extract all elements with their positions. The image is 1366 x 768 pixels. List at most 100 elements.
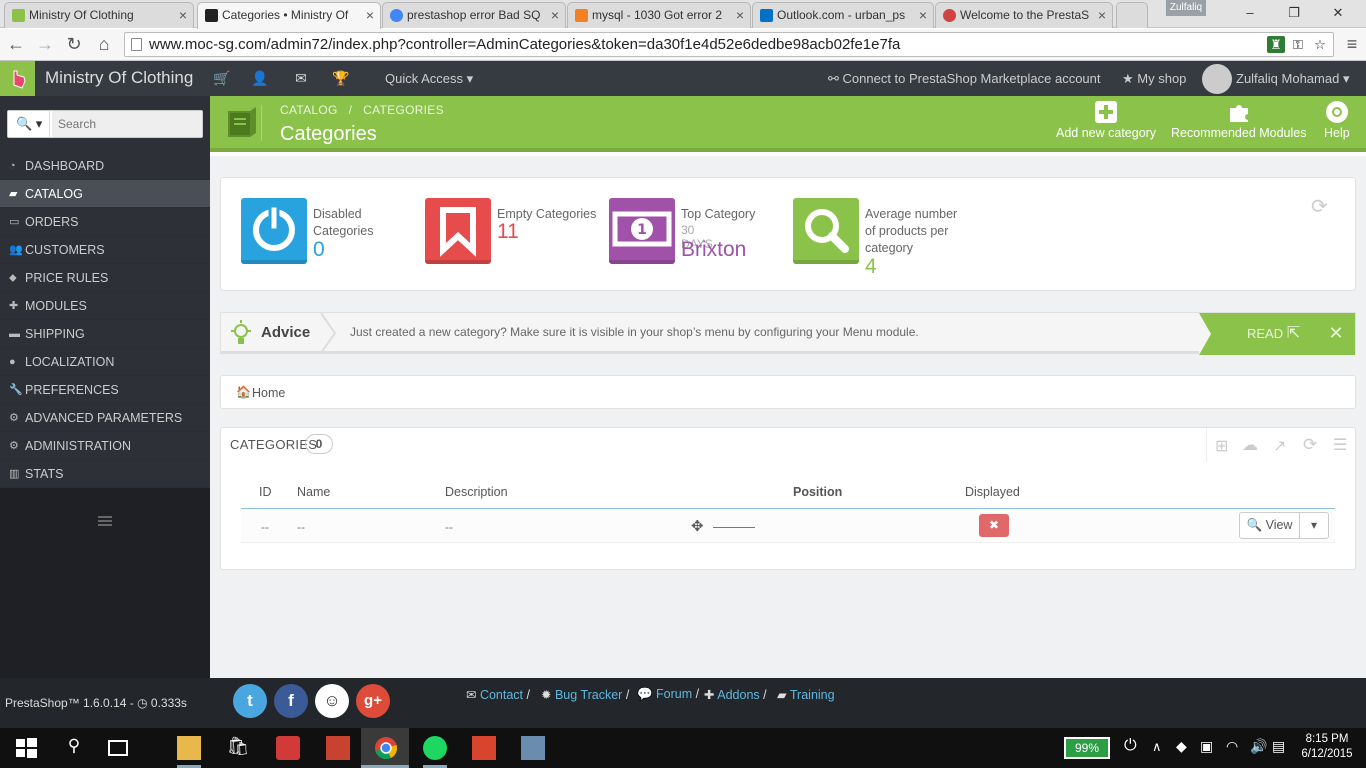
displayed-toggle[interactable]: ✖ [979,514,1009,537]
sidebar-item-customers[interactable]: 👥 CUSTOMERS [0,236,210,264]
address-bar[interactable]: www.moc-sg.com/admin72/index.php?control… [124,32,1334,57]
tab-close-icon[interactable]: × [179,3,187,27]
refresh-list-icon[interactable]: ⟳ [1303,435,1317,455]
minimize-button[interactable]: – [1230,2,1270,24]
reader-app-icon[interactable] [276,736,300,760]
browser-menu-icon[interactable]: ≡ [1340,33,1364,55]
sidebar-item-modules[interactable]: ✚ MODULES [0,292,210,320]
marketplace-link[interactable]: ⚯ Connect to PrestaShop Marketplace acco… [828,71,1101,87]
column-header-name[interactable]: Name [297,485,330,499]
database-icon[interactable]: ☰ [1333,435,1347,455]
my-shop-link[interactable]: ★ My shop [1122,71,1186,87]
prestashop-logo[interactable] [0,61,35,96]
back-arrow-icon[interactable]: ← [4,33,28,55]
add-new-category-button[interactable]: Add new category [1056,100,1156,140]
close-window-button[interactable]: ✕ [1318,2,1358,24]
column-header-position[interactable]: Position [793,485,842,499]
search-type-dropdown[interactable]: 🔍 ▾ [8,111,50,137]
forward-arrow-icon[interactable]: → [33,33,57,55]
search-input[interactable] [52,111,202,137]
browser-tab[interactable]: Outlook.com - urban_ps × [752,2,934,28]
sidebar-item-stats[interactable]: ▥ STATS [0,460,210,488]
browser-tab[interactable]: Ministry Of Clothing × [4,2,194,28]
twitter-icon[interactable]: t [233,684,267,718]
cart-icon[interactable]: 🛒 [213,70,231,87]
notifications-icon[interactable]: ▤ [1272,738,1285,755]
powerpoint-icon[interactable] [472,736,496,760]
facebook-icon[interactable]: f [274,684,308,718]
column-header-displayed[interactable]: Displayed [965,485,1020,499]
column-header-description[interactable]: Description [445,485,508,499]
home-link[interactable]: Home [252,386,285,400]
bookmark-star-icon[interactable]: ☆ [1311,36,1329,53]
volume-icon[interactable]: 🔊 [1250,738,1267,755]
refresh-icon[interactable]: ⟳ [1311,194,1328,219]
footer-link-training[interactable]: ▰ Training [777,687,835,702]
browser-tab-active[interactable]: Categories • Ministry Of × [197,2,381,29]
cloud-upload-icon[interactable]: ☁ [1242,435,1258,455]
quick-access-dropdown[interactable]: Quick Access ▾ [385,71,473,87]
file-explorer-icon[interactable] [177,736,201,760]
browser-tab[interactable]: mysql - 1030 Got error 2 × [567,2,751,28]
tab-close-icon[interactable]: × [366,3,374,27]
power-plug-icon[interactable]: ⏻ [1124,737,1137,755]
extension-shield-icon[interactable]: ♜ [1267,36,1285,53]
view-button[interactable]: 🔍 View [1240,513,1300,538]
browser-tab[interactable]: Welcome to the PrestaS × [935,2,1113,28]
sidebar-item-advanced-parameters[interactable]: ⚙ ADVANCED PARAMETERS [0,404,210,432]
chrome-icon[interactable] [374,736,398,760]
sidebar-item-dashboard[interactable]: ◔ DASHBOARD [0,152,210,180]
acrobat-icon[interactable] [326,736,350,760]
sidebar-item-price-rules[interactable]: ⬥ PRICE RULES [0,264,210,292]
export-icon[interactable]: ↗ [1273,436,1286,456]
browser-profile-badge[interactable]: Zulfaliq [1166,0,1206,16]
new-tab-button[interactable] [1116,2,1148,28]
home-icon[interactable]: ⌂ [92,33,116,55]
footer-link-forum[interactable]: 💬 Forum / [637,687,699,702]
add-icon[interactable]: ⊞ [1215,436,1228,456]
user-menu[interactable]: Zulfaliq Mohamad ▾ [1236,71,1349,87]
reload-icon[interactable]: ↻ [62,33,86,55]
trophy-icon[interactable]: 🏆 [332,70,350,87]
sidebar-item-orders[interactable]: ▭ ORDERS [0,208,210,236]
collapse-menu-icon[interactable] [98,516,112,526]
key-icon[interactable]: ⚿ [1289,36,1307,53]
task-view-icon[interactable] [108,740,128,756]
browser-tab[interactable]: prestashop error Bad SQ × [382,2,566,28]
footer-link-contact[interactable]: ✉ Contact / [466,687,530,702]
help-button[interactable]: Help [1324,100,1350,140]
clock[interactable]: 8:15 PM 6/12/2015 [1300,732,1354,762]
github-icon[interactable]: ☺ [315,684,349,718]
maximize-button[interactable]: ❐ [1274,2,1314,24]
avatar[interactable] [1202,64,1232,94]
sidebar-item-shipping[interactable]: ▬ SHIPPING [0,320,210,348]
store-icon[interactable]: 🛍 [226,736,250,760]
actions-dropdown-button[interactable]: ▾ [1300,513,1328,538]
recommended-modules-button[interactable]: Recommended Modules [1171,100,1307,140]
sidebar-item-preferences[interactable]: 🔧 PREFERENCES [0,376,210,404]
search-icon[interactable]: ⚲ [62,736,86,760]
tab-close-icon[interactable]: × [551,3,559,27]
tab-close-icon[interactable]: × [1098,3,1106,27]
footer-link-bug-tracker[interactable]: ✹ Bug Tracker / [541,687,629,702]
spotify-icon[interactable] [423,736,447,760]
battery-indicator[interactable]: 99% [1064,737,1110,759]
envelope-icon[interactable]: ✉ [292,70,310,87]
user-icon[interactable]: 👤 [251,70,269,87]
footer-link-addons[interactable]: ✚ Addons / [704,687,767,702]
drag-move-icon[interactable]: ✥ [691,517,704,535]
sidebar-item-localization[interactable]: ● LOCALIZATION [0,348,210,376]
windows-start-icon[interactable] [14,736,38,760]
dropbox-icon[interactable]: ◆ [1176,738,1187,755]
wifi-icon[interactable]: ◠ [1226,738,1238,755]
shop-name[interactable]: Ministry Of Clothing [45,68,193,88]
sidebar-item-catalog[interactable]: ▰ CATALOG [0,180,210,208]
remote-desktop-icon[interactable] [521,736,545,760]
sidebar-item-administration[interactable]: ⚙ ADMINISTRATION [0,432,210,460]
tab-close-icon[interactable]: × [736,3,744,27]
close-advice-button[interactable]: ✕ [1317,313,1355,355]
network-icon[interactable]: ▣ [1200,738,1213,755]
google-plus-icon[interactable]: g+ [356,684,390,718]
chevron-up-icon[interactable]: ∧ [1152,739,1162,755]
tab-close-icon[interactable]: × [919,3,927,27]
